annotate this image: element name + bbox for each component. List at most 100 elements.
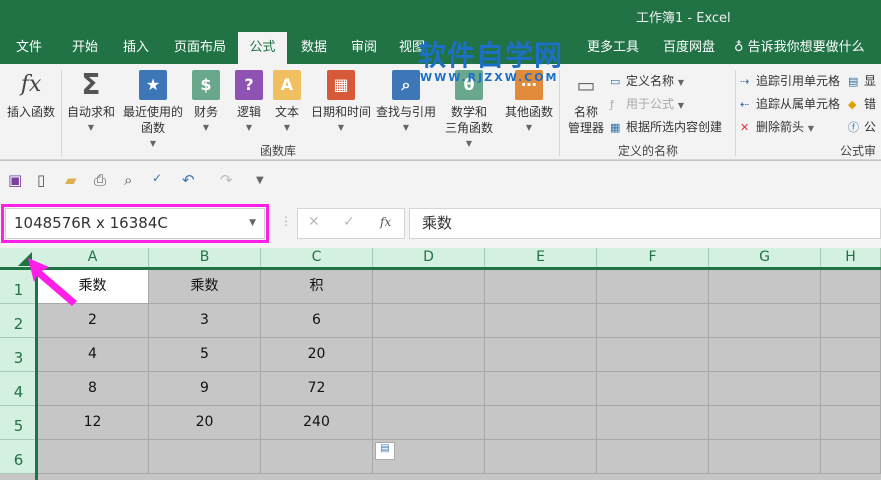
library-button-4[interactable]: A 文本 ▼ bbox=[270, 70, 304, 136]
new-file-icon[interactable]: ▯ bbox=[37, 171, 45, 189]
tab-review[interactable]: 审阅 bbox=[342, 32, 386, 64]
column-header-F[interactable]: F bbox=[597, 248, 709, 267]
quick-analysis-icon[interactable]: ▤ bbox=[375, 442, 395, 460]
cell-H4[interactable] bbox=[821, 372, 881, 406]
column-header-D[interactable]: D bbox=[373, 248, 485, 267]
cell-F5[interactable] bbox=[597, 406, 709, 440]
column-header-G[interactable]: G bbox=[709, 248, 821, 267]
cancel-icon[interactable]: ✕ bbox=[308, 214, 320, 230]
use-in-formula-button[interactable]: ƒ 用于公式 ▼ bbox=[610, 95, 684, 112]
cell-G4[interactable] bbox=[709, 372, 821, 406]
evaluate-formula-button[interactable]: ⓕ 公 bbox=[848, 118, 876, 135]
cell-E2[interactable] bbox=[485, 304, 597, 338]
cell-G3[interactable] bbox=[709, 338, 821, 372]
save-icon[interactable]: ▣ bbox=[8, 171, 22, 189]
library-button-1[interactable]: ★ 最近使用的 函数 ▼ bbox=[120, 70, 186, 152]
cell-D5[interactable] bbox=[373, 406, 485, 440]
library-button-5[interactable]: ▦ 日期和时间 ▼ bbox=[310, 70, 372, 136]
cell-H5[interactable] bbox=[821, 406, 881, 440]
cell-D4[interactable] bbox=[373, 372, 485, 406]
cell-C5[interactable]: 240 bbox=[261, 406, 373, 440]
cell-E6[interactable] bbox=[485, 440, 597, 474]
tab-page-layout[interactable]: 页面布局 bbox=[166, 32, 234, 64]
fx-icon[interactable]: fx bbox=[380, 215, 391, 229]
enter-icon[interactable]: ✓ bbox=[343, 214, 355, 230]
cell-D2[interactable] bbox=[373, 304, 485, 338]
print-icon[interactable]: ⎙ bbox=[94, 171, 106, 189]
library-button-0[interactable]: Σ 自动求和 ▼ bbox=[64, 70, 118, 136]
cell-E5[interactable] bbox=[485, 406, 597, 440]
tab-baidu-pan[interactable]: 百度网盘 bbox=[660, 32, 718, 64]
cell-C3[interactable]: 20 bbox=[261, 338, 373, 372]
cell-G1[interactable] bbox=[709, 270, 821, 304]
tell-me-box[interactable]: ♁ 告诉我你想要做什么 bbox=[734, 32, 874, 64]
tab-file[interactable]: 文件 bbox=[5, 32, 53, 64]
customize-qat-icon[interactable]: ▼ bbox=[256, 175, 264, 186]
cell-H2[interactable] bbox=[821, 304, 881, 338]
error-checking-button[interactable]: ◆ 错 bbox=[848, 95, 876, 112]
cell-C2[interactable]: 6 bbox=[261, 304, 373, 338]
cell-A4[interactable]: 8 bbox=[37, 372, 149, 406]
cell-F1[interactable] bbox=[597, 270, 709, 304]
cell-A6[interactable] bbox=[37, 440, 149, 474]
cell-G5[interactable] bbox=[709, 406, 821, 440]
cell-H3[interactable] bbox=[821, 338, 881, 372]
redo-icon[interactable]: ↷ bbox=[220, 171, 233, 189]
cell-H1[interactable] bbox=[821, 270, 881, 304]
cell-H6[interactable] bbox=[821, 440, 881, 474]
cell-A3[interactable]: 4 bbox=[37, 338, 149, 372]
cell-G6[interactable] bbox=[709, 440, 821, 474]
cell-F4[interactable] bbox=[597, 372, 709, 406]
tab-insert[interactable]: 插入 bbox=[112, 32, 160, 64]
print-preview-icon[interactable]: ⌕ bbox=[124, 171, 132, 189]
cell-E1[interactable] bbox=[485, 270, 597, 304]
trace-dependents-button[interactable]: ⇠ 追踪从属单元格 bbox=[740, 95, 840, 112]
define-name-button[interactable]: ▭ 定义名称 ▼ bbox=[610, 72, 684, 89]
remove-arrows-button[interactable]: ✕ 删除箭头 ▼ bbox=[740, 118, 814, 135]
library-button-3[interactable]: ? 逻辑 ▼ bbox=[232, 70, 266, 136]
cell-B2[interactable]: 3 bbox=[149, 304, 261, 338]
cell-B1[interactable]: 乘数 bbox=[149, 270, 261, 304]
row-header-5[interactable]: 5 bbox=[0, 406, 37, 440]
row-header-3[interactable]: 3 bbox=[0, 338, 37, 372]
column-header-E[interactable]: E bbox=[485, 248, 597, 267]
spell-check-icon[interactable]: ✓ bbox=[152, 171, 162, 185]
trace-precedents-button[interactable]: ⇢ 追踪引用单元格 bbox=[740, 72, 840, 89]
splitter-handle[interactable]: ⋮ bbox=[280, 214, 292, 228]
cell-D1[interactable] bbox=[373, 270, 485, 304]
cell-B3[interactable]: 5 bbox=[149, 338, 261, 372]
tab-data[interactable]: 数据 bbox=[292, 32, 336, 64]
cell-F3[interactable] bbox=[597, 338, 709, 372]
formula-input[interactable]: 乘数 bbox=[409, 208, 881, 239]
cell-C4[interactable]: 72 bbox=[261, 372, 373, 406]
chevron-down-icon[interactable]: ▼ bbox=[249, 209, 256, 238]
column-header-B[interactable]: B bbox=[149, 248, 261, 267]
column-header-C[interactable]: C bbox=[261, 248, 373, 267]
undo-icon[interactable]: ↶ bbox=[182, 171, 195, 189]
cell-D3[interactable] bbox=[373, 338, 485, 372]
tab-home[interactable]: 开始 bbox=[60, 32, 110, 64]
cell-G2[interactable] bbox=[709, 304, 821, 338]
column-header-H[interactable]: H bbox=[821, 248, 881, 267]
cell-C6[interactable] bbox=[261, 440, 373, 474]
cell-C1[interactable]: 积 bbox=[261, 270, 373, 304]
cell-E4[interactable] bbox=[485, 372, 597, 406]
cell-F6[interactable] bbox=[597, 440, 709, 474]
name-manager-button[interactable]: ▭ 名称 管理器 bbox=[566, 70, 606, 136]
name-box[interactable]: 1048576R x 16384C ▼ bbox=[5, 208, 265, 239]
tab-more-tools[interactable]: 更多工具 bbox=[584, 32, 642, 64]
insert-function-button[interactable]: fx 插入函数 bbox=[4, 70, 58, 120]
cell-B4[interactable]: 9 bbox=[149, 372, 261, 406]
tab-formulas[interactable]: 公式 bbox=[238, 32, 287, 64]
cell-B5[interactable]: 20 bbox=[149, 406, 261, 440]
cell-E3[interactable] bbox=[485, 338, 597, 372]
open-folder-icon[interactable]: ▰ bbox=[65, 171, 77, 189]
row-header-4[interactable]: 4 bbox=[0, 372, 37, 406]
cell-B6[interactable] bbox=[149, 440, 261, 474]
create-from-selection-button[interactable]: ▦ 根据所选内容创建 bbox=[610, 118, 722, 135]
show-formulas-button[interactable]: ▤ 显 bbox=[848, 72, 876, 89]
cell-F2[interactable] bbox=[597, 304, 709, 338]
row-header-6[interactable]: 6 bbox=[0, 440, 37, 474]
library-button-2[interactable]: $ 财务 ▼ bbox=[189, 70, 223, 136]
cell-A5[interactable]: 12 bbox=[37, 406, 149, 440]
